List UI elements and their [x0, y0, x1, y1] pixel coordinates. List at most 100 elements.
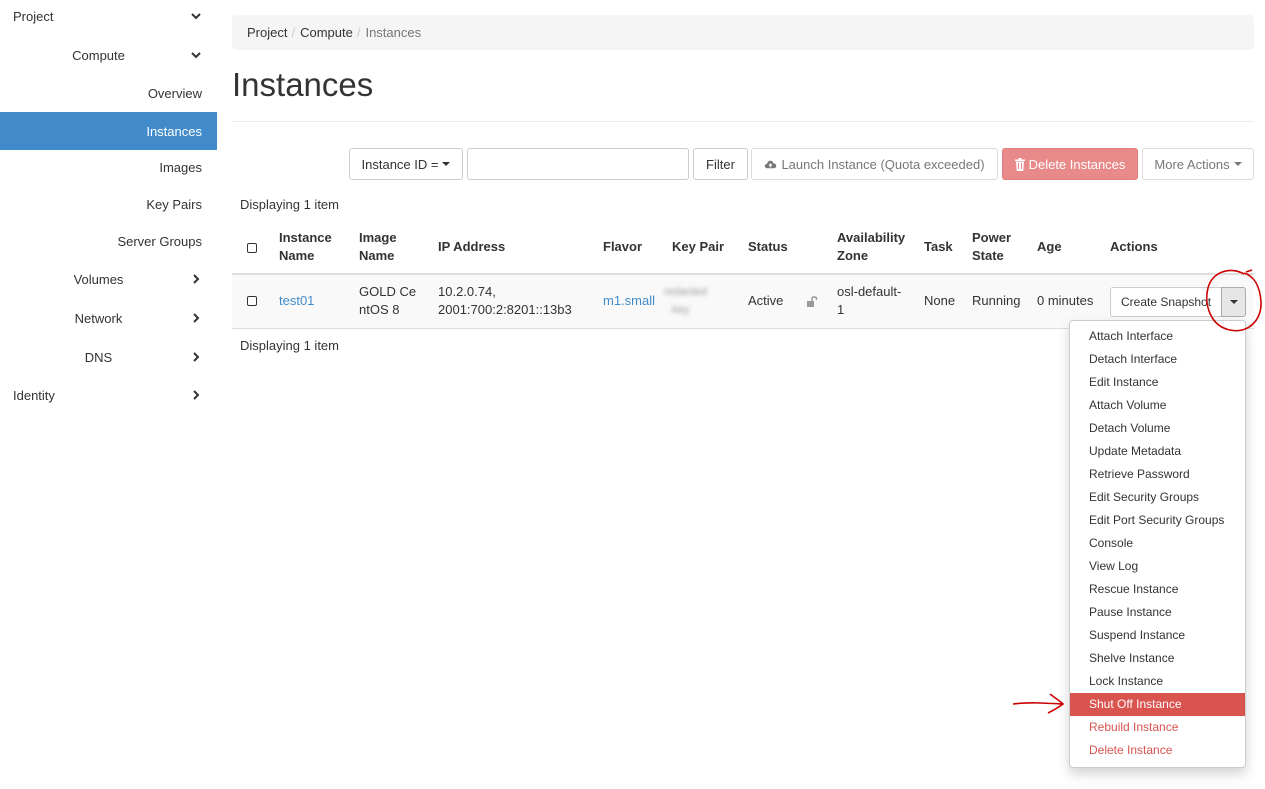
- filter-type-dropdown[interactable]: Instance ID =: [349, 148, 463, 180]
- menu-lock-instance[interactable]: Lock Instance: [1070, 670, 1245, 693]
- flavor-link[interactable]: m1.small: [603, 292, 655, 310]
- breadcrumb-project[interactable]: Project: [247, 25, 287, 40]
- nav-project[interactable]: Project: [0, 0, 217, 35]
- header-image-name-line2: Name: [359, 248, 395, 263]
- caret-down-icon: [442, 162, 451, 166]
- breadcrumb: Project / Compute / Instances: [232, 15, 1254, 50]
- nav-volumes[interactable]: Volumes: [0, 260, 217, 298]
- menu-rebuild-instance[interactable]: Rebuild Instance: [1070, 716, 1245, 739]
- sidebar: Project Compute Overview Instances Image…: [0, 0, 217, 789]
- key-pair-line2: key: [672, 304, 690, 316]
- menu-detach-interface[interactable]: Detach Interface: [1070, 348, 1245, 371]
- menu-edit-instance[interactable]: Edit Instance: [1070, 371, 1245, 394]
- menu-edit-port-security-groups[interactable]: Edit Port Security Groups: [1070, 509, 1245, 532]
- menu-pause-instance[interactable]: Pause Instance: [1070, 601, 1245, 624]
- header-ip-address[interactable]: IP Address: [438, 238, 505, 256]
- trash-icon: [1014, 157, 1025, 171]
- header-instance-name[interactable]: Instance Name: [279, 229, 332, 265]
- ip-address-line2: 2001:700:2:8201::13b3: [438, 302, 572, 317]
- menu-update-metadata[interactable]: Update Metadata: [1070, 440, 1245, 463]
- launch-instance-button[interactable]: Launch Instance (Quota exceeded): [751, 148, 998, 180]
- more-actions-label: More Actions: [1154, 156, 1230, 172]
- task-cell: None: [924, 293, 956, 308]
- nav-dns[interactable]: DNS: [0, 338, 217, 376]
- menu-attach-interface[interactable]: Attach Interface: [1070, 325, 1245, 348]
- delete-instances-label: Delete Instances: [1028, 156, 1126, 172]
- breadcrumb-compute[interactable]: Compute: [300, 25, 353, 40]
- chevron-down-icon: [191, 50, 201, 60]
- header-power-state[interactable]: Power State: [972, 229, 1011, 265]
- chevron-right-icon: [191, 313, 201, 323]
- header-status[interactable]: Status: [748, 238, 788, 256]
- nav-images-label: Images: [159, 159, 202, 175]
- nav-instances-label: Instances: [146, 123, 202, 139]
- row-select-checkbox[interactable]: [247, 296, 257, 306]
- image-name-cell: GOLD Ce ntOS 8: [359, 283, 416, 319]
- nav-project-label: Project: [13, 8, 54, 24]
- ip-address-cell: 10.2.0.74, 2001:700:2:8201::13b3: [438, 283, 572, 319]
- nav-identity-label: Identity: [13, 387, 55, 403]
- chevron-right-icon: [191, 390, 201, 400]
- unlock-icon: [806, 295, 818, 307]
- nav-key-pairs-label: Key Pairs: [146, 196, 202, 212]
- select-all-checkbox[interactable]: [247, 243, 257, 253]
- header-age[interactable]: Age: [1037, 238, 1062, 256]
- key-pair-line1: redacted: [664, 286, 707, 298]
- image-name-line1: GOLD Ce: [359, 284, 417, 299]
- header-instance-name-line2: Name: [279, 248, 315, 263]
- menu-suspend-instance[interactable]: Suspend Instance: [1070, 624, 1245, 647]
- nav-server-groups[interactable]: Server Groups: [0, 222, 217, 260]
- nav-instances[interactable]: Instances: [0, 112, 217, 150]
- instance-name-link[interactable]: test01: [279, 292, 314, 310]
- create-snapshot-button[interactable]: Create Snapshot: [1110, 287, 1222, 317]
- nav-key-pairs[interactable]: Key Pairs: [0, 185, 217, 223]
- menu-edit-security-groups[interactable]: Edit Security Groups: [1070, 486, 1245, 509]
- key-pair-cell-redacted: redacted key: [664, 283, 742, 319]
- menu-console[interactable]: Console: [1070, 532, 1245, 555]
- breadcrumb-separator: /: [356, 25, 361, 40]
- search-input[interactable]: [467, 148, 689, 180]
- caret-down-icon: [1233, 162, 1242, 166]
- nav-compute[interactable]: Compute: [0, 36, 217, 74]
- menu-delete-instance[interactable]: Delete Instance: [1070, 739, 1245, 762]
- nav-overview[interactable]: Overview: [0, 74, 217, 112]
- header-az-line1: Availability: [837, 230, 906, 245]
- delete-instances-button[interactable]: Delete Instances: [1002, 148, 1138, 180]
- status-cell: Active: [748, 293, 784, 308]
- display-count-bottom: Displaying 1 item: [240, 338, 339, 353]
- header-power-state-line1: Power: [972, 230, 1012, 245]
- header-task[interactable]: Task: [924, 238, 953, 256]
- caret-down-icon: [1229, 300, 1238, 304]
- ip-address-line1: 10.2.0.74,: [438, 284, 496, 299]
- nav-images[interactable]: Images: [0, 148, 217, 186]
- availability-zone-cell: osl-default- 1: [837, 283, 901, 319]
- image-name-line2: ntOS 8: [359, 302, 400, 317]
- menu-attach-volume[interactable]: Attach Volume: [1070, 394, 1245, 417]
- row-actions-group: Create Snapshot: [1110, 287, 1246, 317]
- header-power-state-line2: State: [972, 248, 1004, 263]
- header-image-name[interactable]: Image Name: [359, 229, 397, 265]
- menu-retrieve-password[interactable]: Retrieve Password: [1070, 463, 1245, 486]
- menu-shut-off-instance[interactable]: Shut Off Instance: [1070, 693, 1245, 716]
- header-flavor[interactable]: Flavor: [603, 238, 642, 256]
- header-actions: Actions: [1110, 239, 1158, 254]
- header-availability-zone[interactable]: Availability Zone: [837, 229, 905, 265]
- header-instance-name-line1: Instance: [279, 230, 332, 245]
- menu-view-log[interactable]: View Log: [1070, 555, 1245, 578]
- more-actions-button[interactable]: More Actions: [1142, 148, 1254, 180]
- nav-dns-label: DNS: [84, 349, 113, 365]
- power-state-cell: Running: [972, 293, 1021, 308]
- actions-dropdown-toggle[interactable]: [1221, 287, 1246, 317]
- menu-detach-volume[interactable]: Detach Volume: [1070, 417, 1245, 440]
- menu-rescue-instance[interactable]: Rescue Instance: [1070, 578, 1245, 601]
- header-key-pair[interactable]: Key Pair: [672, 238, 724, 256]
- nav-network[interactable]: Network: [0, 299, 217, 337]
- menu-shelve-instance[interactable]: Shelve Instance: [1070, 647, 1245, 670]
- chevron-down-icon: [191, 11, 201, 21]
- nav-identity[interactable]: Identity: [0, 376, 217, 414]
- display-count-top: Displaying 1 item: [240, 197, 339, 212]
- filter-button[interactable]: Filter: [693, 148, 748, 180]
- page-title: Instances: [232, 66, 374, 103]
- az-line2: 1: [837, 302, 845, 317]
- table-header: Instance Name Image Name IP Address Flav…: [232, 220, 1254, 275]
